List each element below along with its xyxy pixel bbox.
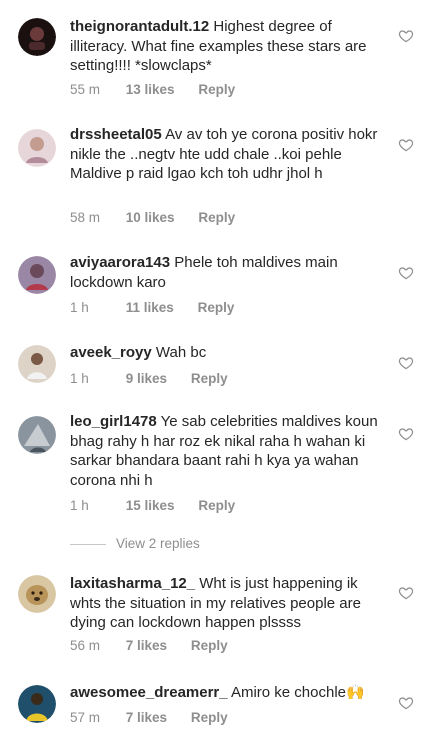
comment-likes[interactable]: 11 likes: [126, 300, 174, 315]
comment-likes[interactable]: 13 likes: [126, 82, 175, 97]
reply-button[interactable]: Reply: [198, 82, 235, 97]
comment-text-block: theignorantadult.12 Highest degree of il…: [70, 17, 390, 76]
comment-time: 1 h: [70, 300, 89, 315]
comment-username[interactable]: drssheetal05: [70, 126, 162, 143]
comment-username[interactable]: aviyaarora143: [70, 254, 170, 271]
comment-likes[interactable]: 9 likes: [126, 371, 167, 386]
avatar[interactable]: [18, 416, 56, 454]
comment-meta: 1 h 15 likes Reply: [70, 498, 235, 513]
comment-text-block: aveek_royy Wah bc: [70, 343, 390, 363]
heart-icon[interactable]: [398, 585, 414, 601]
heart-icon[interactable]: [398, 28, 414, 44]
comment-meta: 1 h 9 likes Reply: [70, 371, 228, 386]
comment-meta: 56 m 7 likes Reply: [70, 638, 228, 653]
replies-divider: [70, 543, 106, 545]
reply-button[interactable]: Reply: [198, 498, 235, 513]
comment-text-block: aviyaarora143 Phele toh maldives main lo…: [70, 253, 390, 292]
reply-button[interactable]: Reply: [191, 710, 228, 725]
reply-button[interactable]: Reply: [198, 210, 235, 225]
comment-time: 58 m: [70, 210, 101, 225]
avatar[interactable]: [18, 256, 56, 294]
comment-time: 1 h: [70, 371, 89, 386]
comment-username[interactable]: leo_girl1478: [70, 413, 157, 430]
avatar[interactable]: [18, 18, 56, 56]
heart-icon[interactable]: [398, 137, 414, 153]
heart-icon[interactable]: [398, 265, 414, 281]
comment-meta: 1 h 11 likes Reply: [70, 300, 234, 315]
comment-likes[interactable]: 15 likes: [126, 498, 175, 513]
comment-time: 55 m: [70, 82, 101, 97]
comment-text-block: awesomee_dreamerr_ Amiro ke chochle🙌: [70, 683, 390, 703]
comment-text: Amiro ke chochle🙌: [230, 684, 365, 701]
avatar[interactable]: [18, 575, 56, 613]
comment-time: 56 m: [70, 638, 101, 653]
comment-text-block: leo_girl1478 Ye sab celebrities maldives…: [70, 412, 390, 490]
reply-button[interactable]: Reply: [191, 371, 228, 386]
view-replies-button[interactable]: View 2 replies: [70, 536, 200, 551]
comment-meta: 57 m 7 likes Reply: [70, 710, 228, 725]
avatar[interactable]: [18, 685, 56, 723]
heart-icon[interactable]: [398, 695, 414, 711]
comment-meta: 55 m 13 likes Reply: [70, 82, 235, 97]
comment-likes[interactable]: 10 likes: [126, 210, 175, 225]
comment-likes[interactable]: 7 likes: [126, 638, 167, 653]
comment-username[interactable]: awesomee_dreamerr_: [70, 684, 228, 701]
comment-username[interactable]: laxitasharma_12_: [70, 575, 195, 592]
comment-time: 57 m: [70, 710, 101, 725]
view-replies-label: View 2 replies: [116, 536, 200, 551]
comment-time: 1 h: [70, 498, 89, 513]
comment-username[interactable]: theignorantadult.12: [70, 18, 209, 35]
comment-text: Wah bc: [155, 344, 207, 361]
reply-button[interactable]: Reply: [198, 300, 235, 315]
reply-button[interactable]: Reply: [191, 638, 228, 653]
comment-meta: 58 m 10 likes Reply: [70, 210, 235, 225]
avatar[interactable]: [18, 345, 56, 383]
comment-likes[interactable]: 7 likes: [126, 710, 167, 725]
comment-text-block: laxitasharma_12_ Wht is just happening i…: [70, 574, 390, 633]
heart-icon[interactable]: [398, 355, 414, 371]
avatar[interactable]: [18, 129, 56, 167]
comment-username[interactable]: aveek_royy: [70, 344, 152, 361]
comment-text-block: drssheetal05 Av av toh ye corona positiv…: [70, 125, 390, 184]
heart-icon[interactable]: [398, 426, 414, 442]
